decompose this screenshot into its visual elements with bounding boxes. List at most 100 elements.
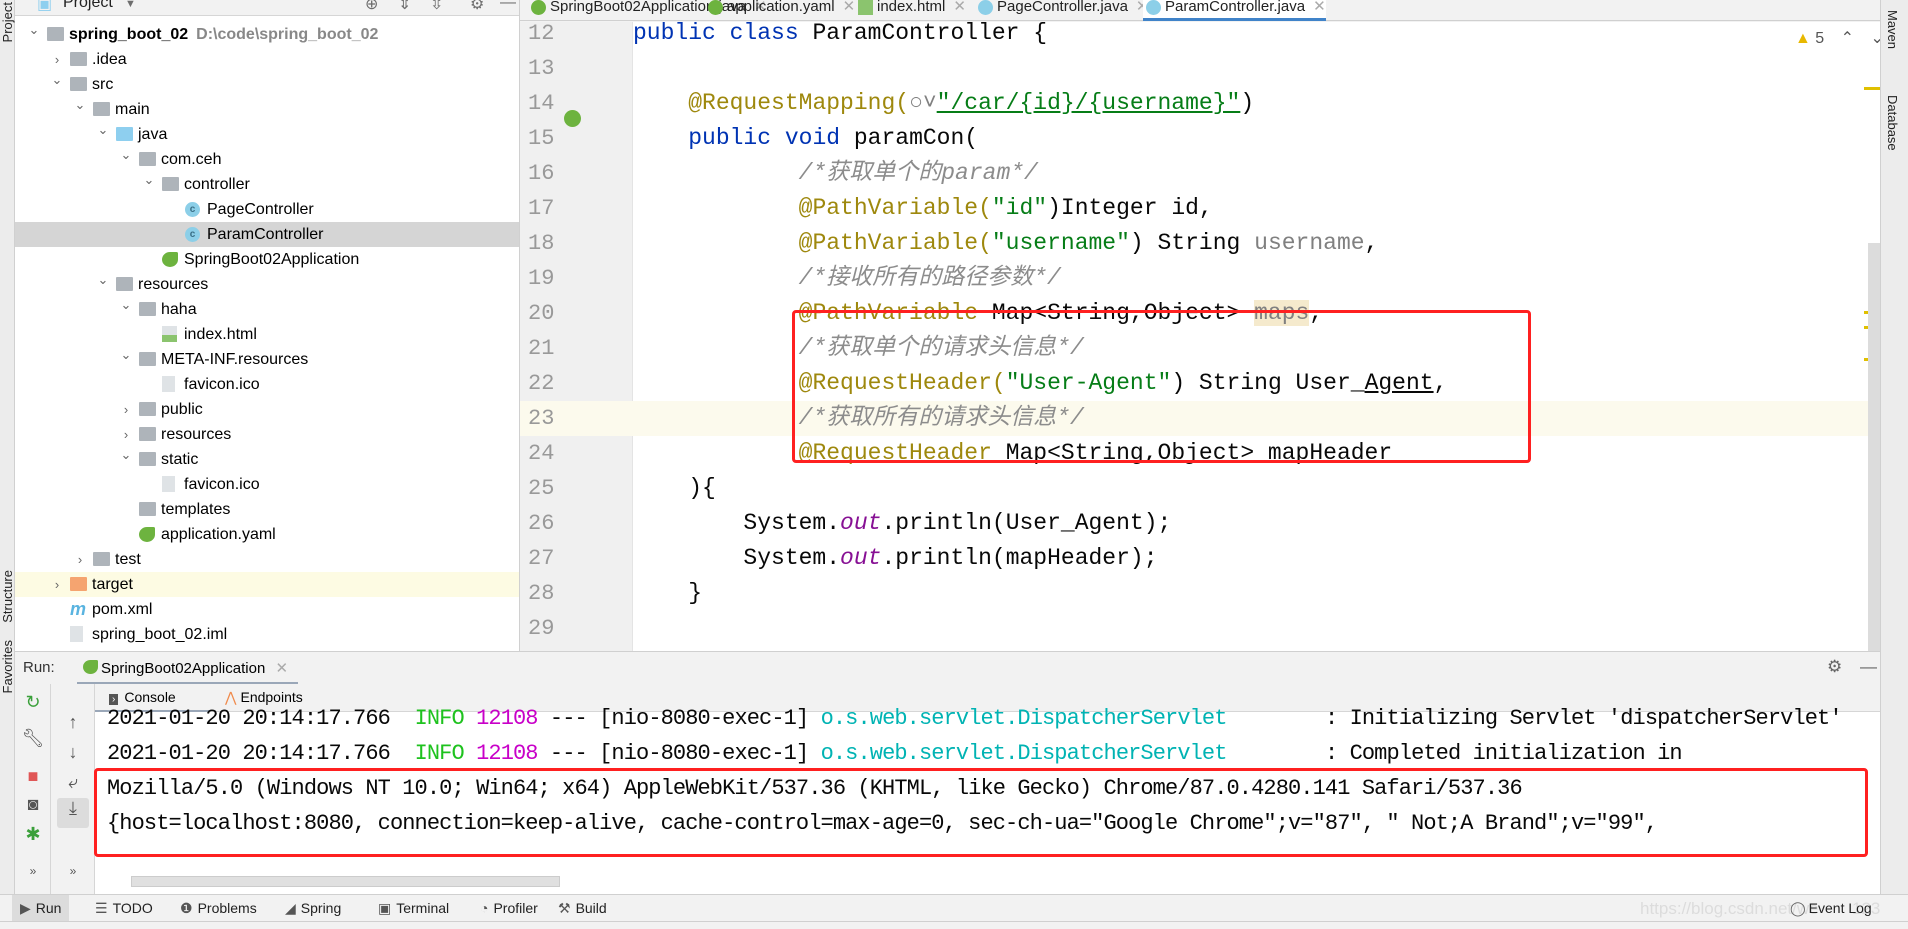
tree-item[interactable]: spring_boot_02.iml [15,622,519,647]
tree-item[interactable]: ⌄ controller [15,172,519,197]
tree-item[interactable]: templates [15,497,519,522]
tool-window-button-todo[interactable]: ☰ TODO [95,895,153,922]
tree-item[interactable]: ⌄ src [15,72,519,97]
chevron-down-icon[interactable]: ⌄ [96,117,110,142]
tree-item[interactable]: ⌄ java [15,122,519,147]
soft-wrap-icon[interactable]: ⤶ [59,772,87,793]
collapse-all-icon[interactable]: ⇳ [430,0,443,14]
database-tool-tab[interactable]: Database [1885,95,1900,151]
hide-icon[interactable]: — [500,0,516,12]
stop-icon[interactable]: ■ [19,766,47,787]
scroll-to-end-icon[interactable]: ⤓ [57,798,89,828]
chevron-down-icon[interactable]: ⌄ [119,342,133,367]
more-icon[interactable]: » [59,864,87,878]
rerun-icon[interactable]: ↻ [19,692,47,713]
chevron-down-icon[interactable]: ⌄ [96,267,110,292]
tree-item[interactable]: › target [15,572,519,597]
gear-icon[interactable]: ⚙ [470,0,484,14]
arrow-down-icon[interactable]: ↓ [59,742,87,763]
close-icon[interactable]: ✕ [843,0,856,15]
code-line[interactable]: public class ParamController { [633,16,1047,51]
tree-item[interactable]: favicon.ico [15,372,519,397]
tree-item[interactable]: favicon.ico [15,472,519,497]
editor-scrollbar[interactable] [1868,243,1880,651]
locate-icon[interactable]: ⊕ [365,0,378,14]
tree-item[interactable]: ⌄ spring_boot_02 D:\code\spring_boot_02 [15,22,519,47]
chevron-down-icon[interactable]: ⌄ [27,17,41,42]
spring-bean-gutter-icon[interactable] [564,110,581,127]
close-icon[interactable]: ✕ [275,660,288,677]
chevron-down-icon[interactable]: ⌄ [50,67,64,92]
code-line[interactable]: @RequestMapping(○˅"/car/{id}/{username}"… [633,86,1254,121]
editor-tab[interactable]: ParamController.java ✕ [1143,0,1326,21]
tree-item[interactable]: ⌄ com.ceh [15,147,519,172]
tool-window-button-profiler[interactable]: ◔ Profiler [480,895,538,922]
tree-item-label: templates [161,497,230,522]
editor-tab-label: PageController.java [997,0,1128,15]
tool-window-button-spring[interactable]: ◢ Spring [285,895,341,922]
previous-highlight-icon[interactable]: ⌃ [1841,30,1854,47]
structure-tool-tab[interactable]: Structure [0,570,15,623]
chevron-down-icon[interactable]: ⌄ [142,167,156,192]
hide-icon[interactable]: — [1860,657,1877,677]
tree-item[interactable]: › test [15,547,519,572]
camera-icon[interactable]: ◙ [19,794,47,815]
chevron-down-icon[interactable]: ▼ [125,0,136,10]
code-line[interactable]: public void paramCon( [633,121,978,156]
tree-item[interactable]: ⌄ static [15,447,519,472]
chevron-down-icon[interactable]: ⌄ [119,292,133,317]
arrow-up-icon[interactable]: ↑ [59,712,87,733]
tool-window-button-run[interactable]: ▶ Run [12,895,70,922]
project-view-selector[interactable]: Project [63,0,113,12]
tree-item[interactable]: › resources [15,422,519,447]
run-config-tab[interactable]: SpringBoot02Application ✕ [77,652,299,685]
tree-item[interactable]: c PageController [15,197,519,222]
code-line[interactable]: /*接收所有的路径参数*/ [633,261,1061,296]
tree-item[interactable]: SpringBoot02Application [15,247,519,272]
code-token: paramCon( [853,125,979,151]
tree-item[interactable]: m pom.xml [15,597,519,622]
tool-window-button-build[interactable]: ⚒ Build [558,895,607,922]
chevron-down-icon[interactable]: ⌄ [73,92,87,117]
tree-item[interactable]: ⌄ resources [15,272,519,297]
folder-blue-icon [116,127,133,141]
chevron-right-icon[interactable]: › [73,547,87,572]
code-line[interactable]: @PathVariable("username") String usernam… [633,226,1379,261]
code-line[interactable]: /*获取单个的param*/ [633,156,1038,191]
favorites-tool-tab[interactable]: Favorites [0,640,15,693]
tree-item[interactable]: application.yaml [15,522,519,547]
tool-window-button-terminal[interactable]: ▣ Terminal [378,895,449,922]
tree-item[interactable]: index.html [15,322,519,347]
code-line[interactable]: } [633,576,702,611]
tree-item[interactable]: › .idea [15,47,519,72]
code-line[interactable]: System.out.println(User_Agent); [633,506,1171,541]
chevron-down-icon[interactable]: ⌄ [119,142,133,167]
chevron-right-icon[interactable]: › [50,572,64,597]
maven-tool-tab[interactable]: Maven [1885,10,1900,49]
expand-all-icon[interactable]: ⇕ [398,0,411,14]
close-icon[interactable]: ✕ [953,0,966,15]
more-icon[interactable]: » [19,864,47,878]
tree-item[interactable]: c ParamController [15,222,519,247]
debug-icon[interactable]: ✱ [19,824,47,845]
tool-window-button-problems[interactable]: ❶ Problems [180,895,257,922]
line-number: 14 [528,91,555,116]
code-line[interactable]: System.out.println(mapHeader); [633,541,1157,576]
inspection-widget[interactable]: ▲ 5 ⌃ ⌄ [1795,28,1884,48]
warning-stripe[interactable] [1864,87,1880,90]
code-line[interactable]: ){ [633,471,716,506]
gear-icon[interactable]: ⚙ [1827,657,1842,677]
folder-icon [70,52,87,66]
tree-item[interactable]: ⌄ haha [15,297,519,322]
project-tool-tab[interactable]: Project [0,2,15,42]
console-horizontal-scrollbar[interactable] [131,876,560,887]
chevron-right-icon[interactable]: › [119,397,133,422]
tree-item[interactable]: ⌄ META-INF.resources [15,347,519,372]
event-log-button[interactable]: ◯ Event Log [1790,895,1872,922]
code-line[interactable]: @PathVariable("id")Integer id, [633,191,1213,226]
tree-item[interactable]: ⌄ main [15,97,519,122]
close-icon[interactable]: ✕ [1313,0,1326,15]
chevron-down-icon[interactable]: ⌄ [119,442,133,467]
tree-item[interactable]: › public [15,397,519,422]
wrench-icon[interactable]: 🔧︎ [19,728,47,749]
